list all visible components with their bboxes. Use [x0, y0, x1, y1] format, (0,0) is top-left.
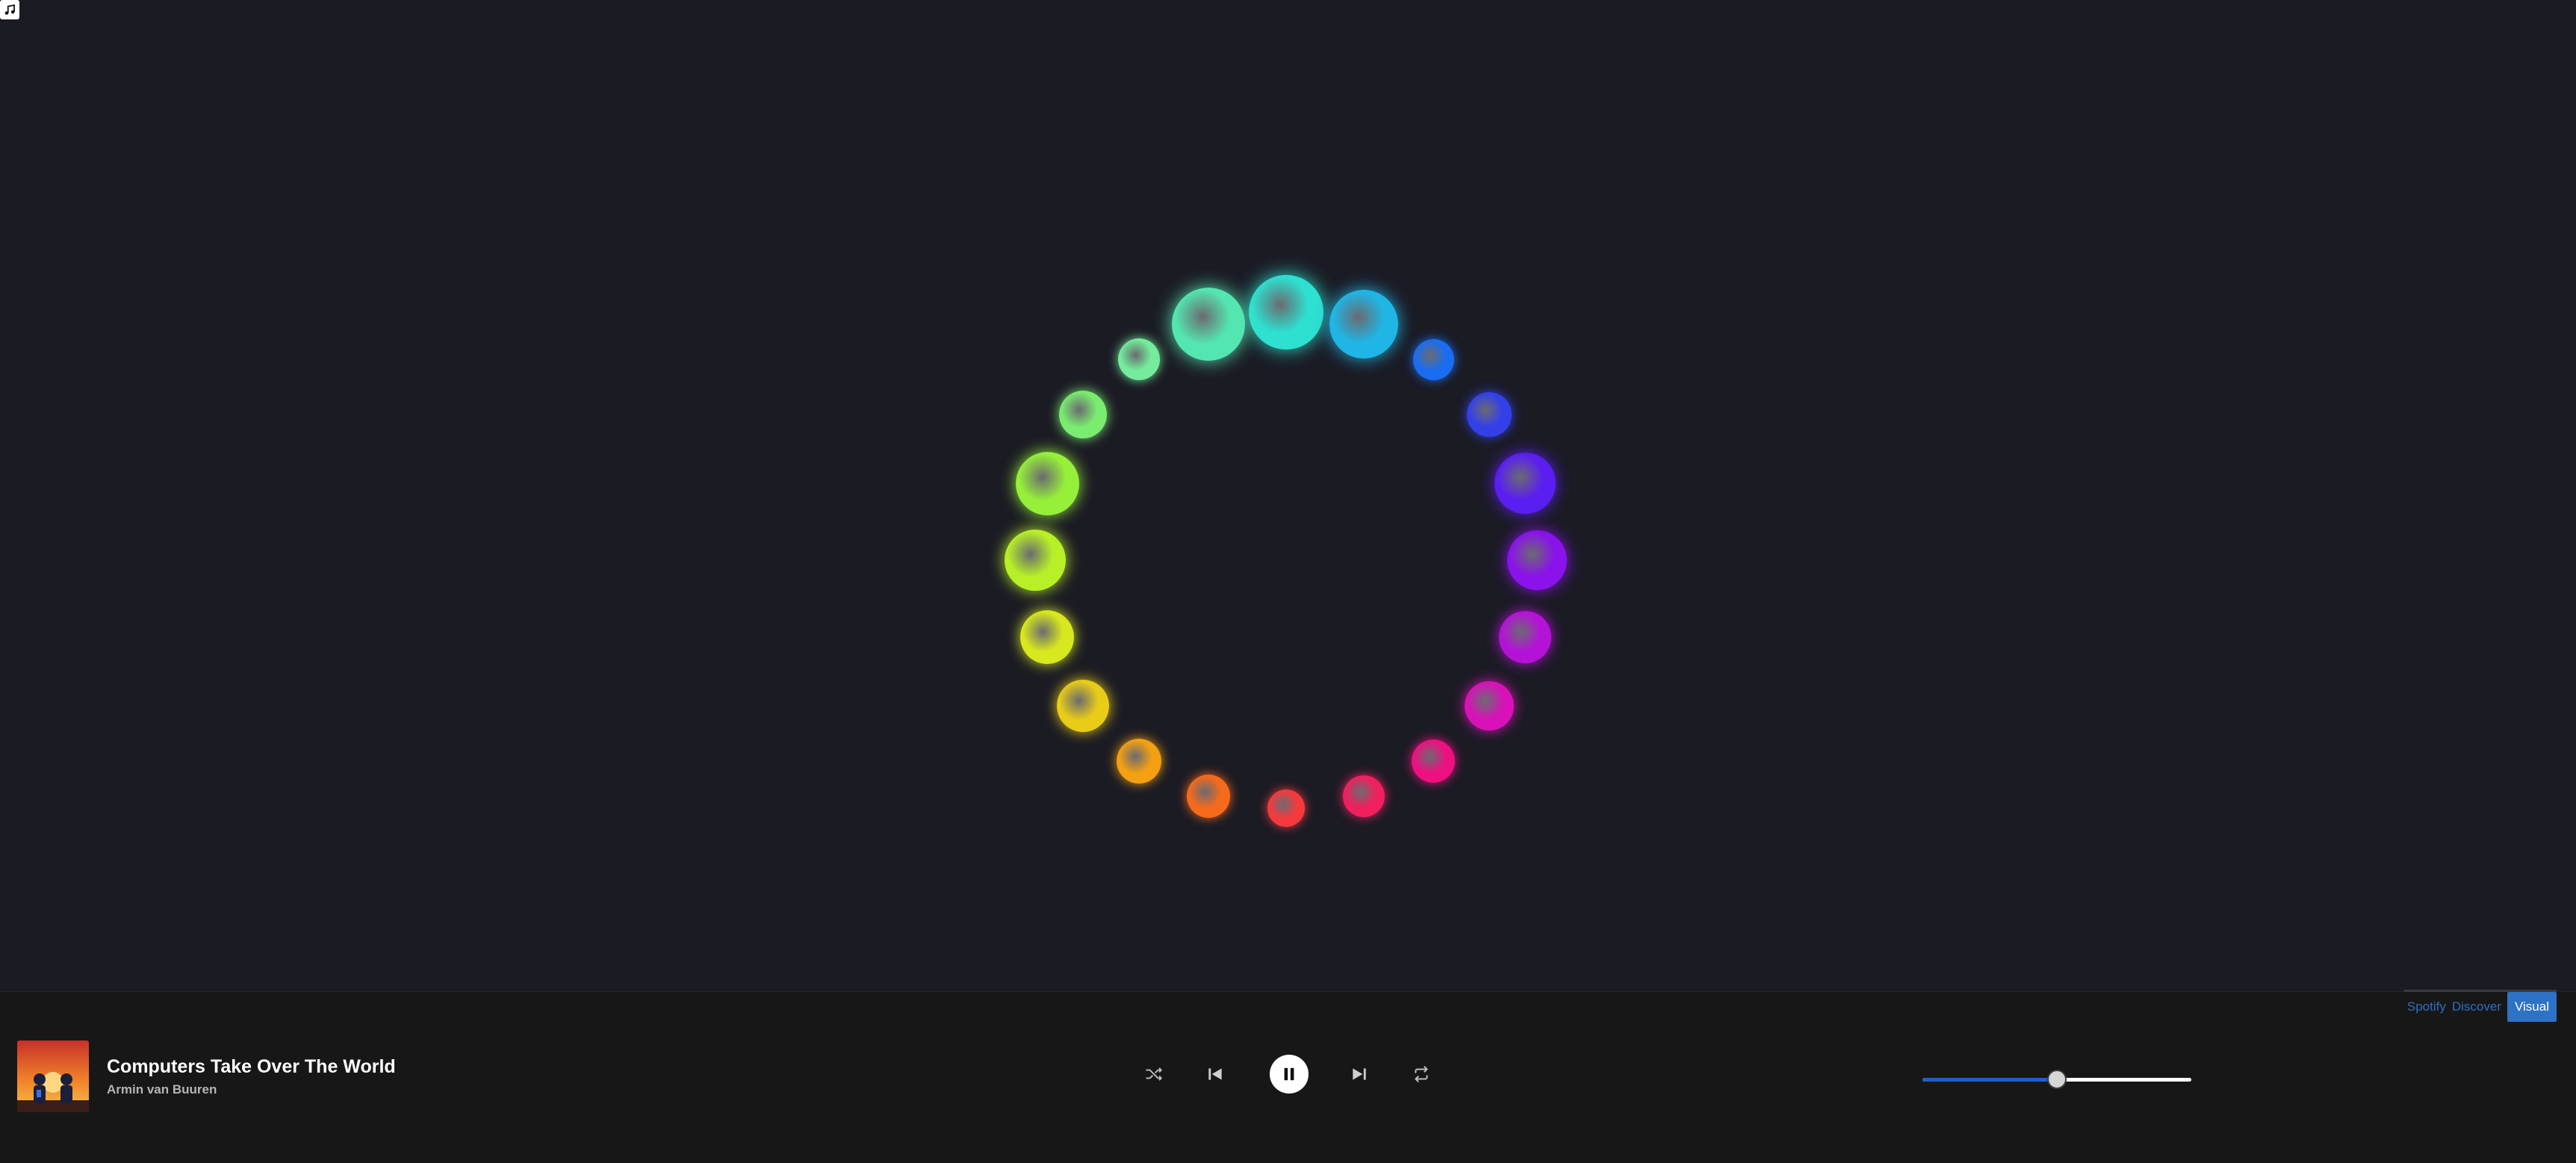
- shuffle-button[interactable]: [1143, 1055, 1165, 1094]
- visualizer-orb: [1249, 275, 1323, 350]
- previous-button[interactable]: [1204, 1055, 1226, 1094]
- volume-thumb[interactable]: [2047, 1070, 2067, 1089]
- visualizer-orb: [1412, 739, 1456, 783]
- skip-next-icon: [1353, 1068, 1366, 1080]
- visualizer-orb: [1342, 775, 1385, 817]
- next-button[interactable]: [1348, 1055, 1371, 1094]
- track-meta: Computers Take Over The World Armin van …: [107, 1056, 396, 1097]
- visualizer-orb: [1507, 530, 1567, 590]
- view-switcher: Spotify Discover Visual: [2403, 990, 2557, 1022]
- visualizer-orb: [1015, 451, 1079, 515]
- visualizer-orb: [1057, 680, 1110, 733]
- visualizer-orb: [1498, 610, 1551, 663]
- visualizer-orb: [1187, 774, 1231, 818]
- visualizer-orb: [1267, 790, 1305, 827]
- repeat-button[interactable]: [1410, 1055, 1433, 1094]
- playback-controls: [1143, 1055, 1428, 1094]
- visualizer-orb: [1464, 681, 1514, 731]
- visualizer-orb: [1412, 338, 1454, 380]
- visualizer-orb: [1117, 338, 1160, 381]
- visualizer-orb: [1494, 453, 1556, 515]
- visualizer-orb: [1059, 390, 1108, 438]
- album-art-icon: [17, 1041, 89, 1112]
- volume-slider[interactable]: [1922, 1068, 2191, 1091]
- repeat-icon: [1415, 1066, 1428, 1082]
- album-cover[interactable]: [17, 1041, 89, 1112]
- pause-button[interactable]: [1270, 1055, 1309, 1094]
- now-playing: Computers Take Over The World Armin van …: [17, 1041, 396, 1112]
- shuffle-icon: [1146, 1067, 1162, 1081]
- visualizer-stage: [0, 0, 2576, 991]
- visualizer-orb: [1466, 391, 1512, 437]
- visualizer-orb: [1020, 610, 1075, 664]
- visualizer-orb: [1116, 738, 1161, 784]
- orb-ring: [0, 0, 2576, 991]
- track-title[interactable]: Computers Take Over The World: [107, 1056, 396, 1078]
- tab-visual[interactable]: Visual: [2507, 992, 2557, 1022]
- visualizer-orb: [1329, 290, 1398, 359]
- tab-spotify[interactable]: Spotify: [2404, 992, 2449, 1022]
- tab-discover[interactable]: Discover: [2449, 992, 2504, 1022]
- visualizer-orb: [1172, 288, 1246, 362]
- track-artist[interactable]: Armin van Buuren: [107, 1082, 396, 1097]
- volume-fill: [1922, 1078, 2057, 1082]
- app-window: Spotify Discover Visual Computers Take O…: [0, 0, 2576, 1163]
- pause-icon: [1284, 1067, 1294, 1081]
- skip-previous-icon: [1208, 1068, 1222, 1080]
- visualizer-orb: [1005, 530, 1066, 591]
